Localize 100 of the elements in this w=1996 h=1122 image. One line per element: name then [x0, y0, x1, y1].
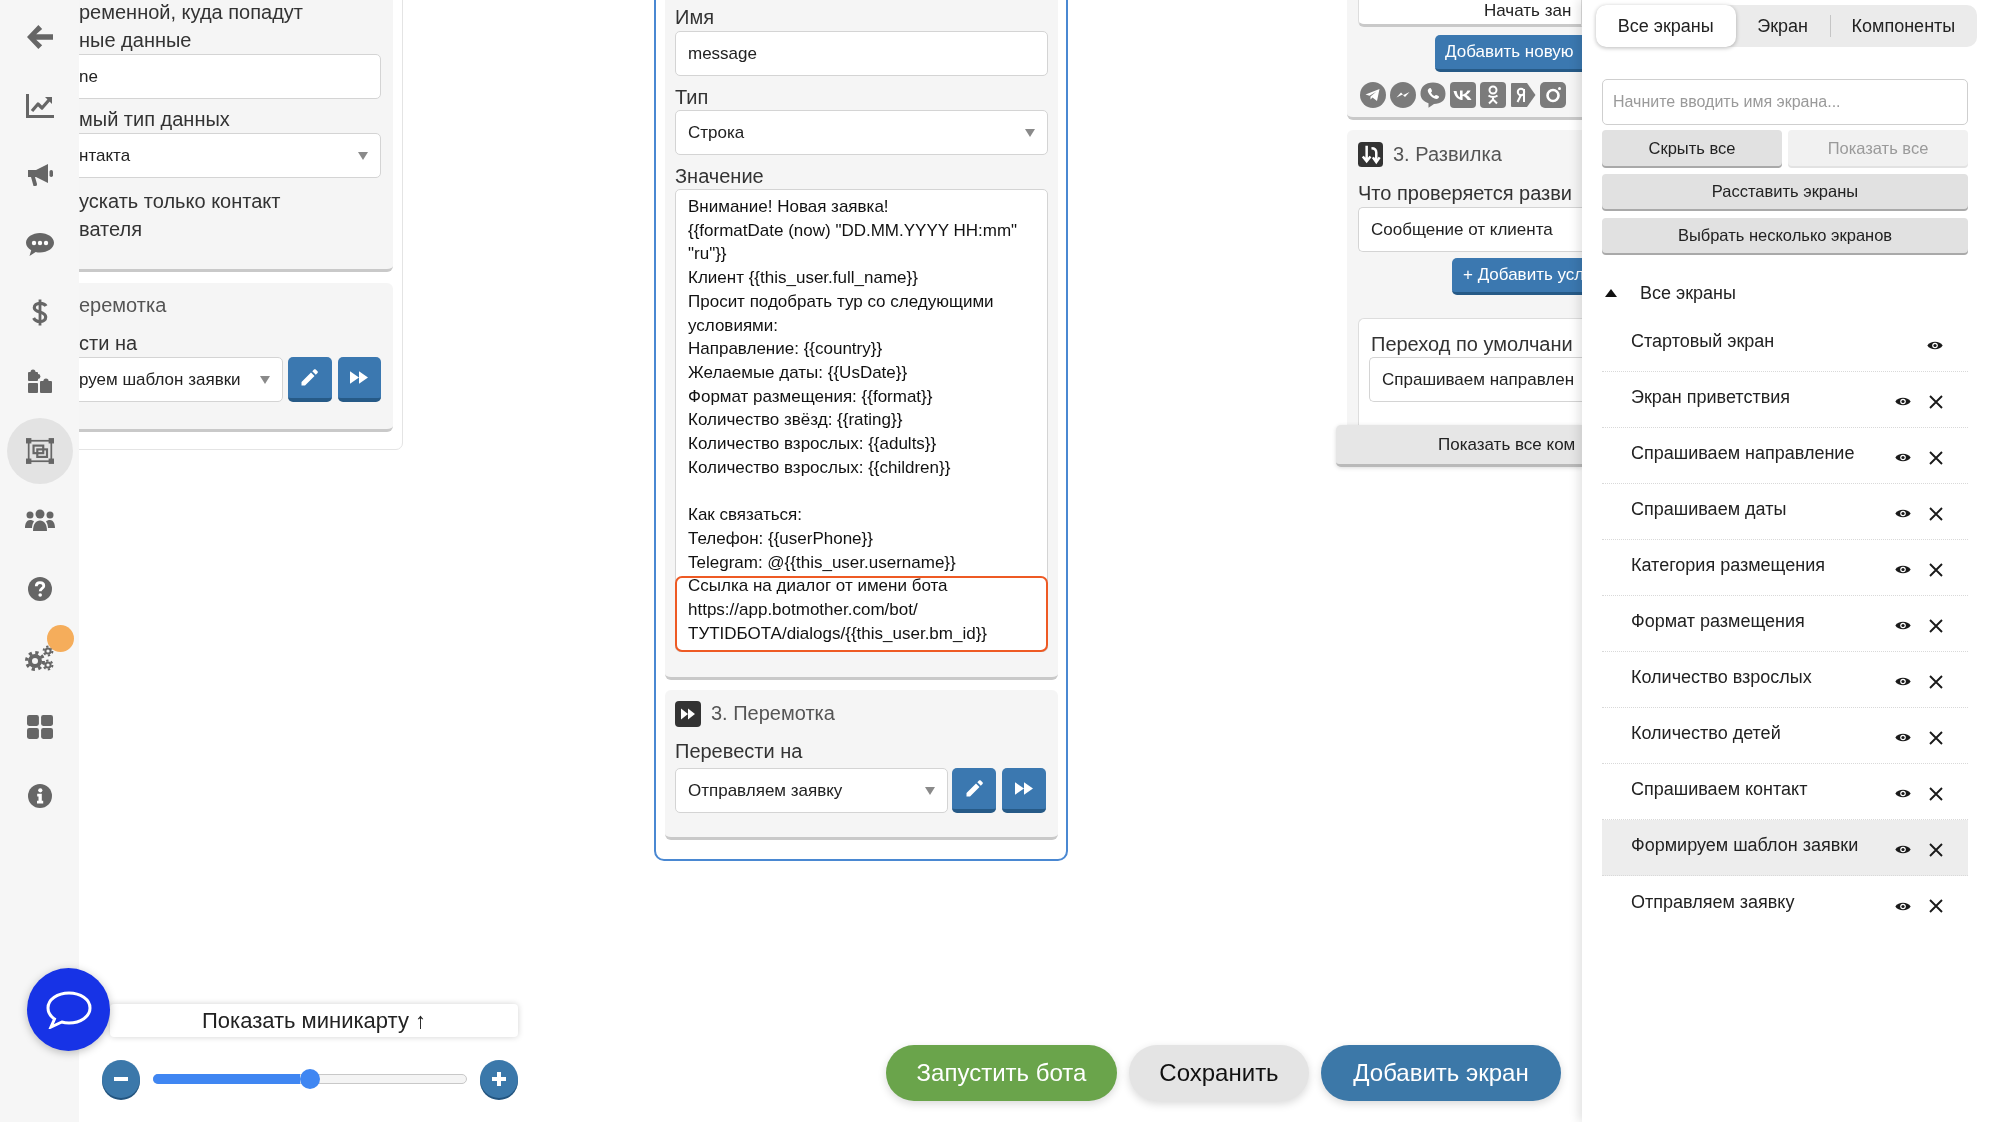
screen-list-item[interactable]: Категория размещения: [1602, 540, 1968, 596]
tag-icon: [1510, 82, 1536, 108]
caret-icon: [1025, 128, 1035, 137]
block-title: 3. Перемотка: [711, 702, 835, 726]
eye-icon[interactable]: [1895, 452, 1911, 463]
speech-bubble-icon: [25, 231, 54, 256]
field-label: ременной, куда попадут ные данные: [79, 0, 304, 53]
vk-logo-icon: [1450, 82, 1476, 108]
screen-list-item[interactable]: Отправляем заявку: [1602, 876, 1968, 932]
eye-icon[interactable]: [1895, 620, 1911, 631]
option-label: ускать только контакт вателя: [79, 189, 282, 242]
tab[interactable]: Экран: [1735, 5, 1830, 47]
cross-icon[interactable]: [1929, 842, 1943, 857]
minimap-button[interactable]: Показать миникарту ↑: [110, 1004, 518, 1037]
dollar-icon: [31, 299, 48, 326]
name-field[interactable]: message: [675, 31, 1048, 76]
field-label: сти на: [79, 331, 139, 356]
fast-forward-icon: [675, 700, 701, 727]
cross-icon[interactable]: [1929, 786, 1943, 801]
block-title: 3. Развилка: [1393, 143, 1502, 166]
field-label: Тип: [675, 85, 710, 110]
zoom-in-button[interactable]: [480, 1060, 518, 1098]
hide-all-button[interactable]: Скрыть все: [1602, 130, 1782, 166]
source-field[interactable]: Сообщение от клиента: [1358, 207, 1582, 252]
tab[interactable]: Все экраны: [1596, 5, 1736, 47]
screen-list-item[interactable]: Формируем шаблон заявки: [1602, 820, 1968, 876]
type-select[interactable]: Строка: [675, 110, 1048, 155]
go-button[interactable]: [1002, 768, 1046, 814]
phone-bubble-icon: [1420, 82, 1446, 108]
arrange-button[interactable]: Расставить экраны: [1602, 174, 1968, 209]
info-icon: [27, 783, 52, 808]
zoom-out-button[interactable]: [102, 1060, 140, 1098]
eye-icon[interactable]: [1895, 564, 1911, 575]
eye-icon[interactable]: [1895, 900, 1911, 912]
field-label: мый тип данных: [79, 107, 231, 132]
add-screen-button[interactable]: Добавить экран: [1321, 1045, 1561, 1101]
reply-button[interactable]: Начать зан: [1358, 0, 1582, 27]
value-textarea[interactable]: Внимание! Новая заявка! {{formatDate (now) "DD.MM.YYYY HH:mm" "ru"}} Клиент {{this_user.full_name}} Просит подобрать тур со следующими условиями: Направление: {{country}} Желаемые даты: {{UsDate}} Формат размещения: {{format}} Количество звёзд: {{rating}} Количество взрослых: {{adults}} Количество взрослых: {{children}} Как связаться: Телефон: {{userPhone}} Telegram: @{{this_user.username}} Ссылка на диалог от имени бота https://app.botmother.com/bot/ ТУТIDБОТА/dialogs/{{this_user.bm_id}}: [675, 189, 1048, 653]
tab[interactable]: Компоненты: [1829, 5, 1977, 47]
field-label: Значение: [675, 164, 765, 189]
eye-icon[interactable]: [1895, 732, 1911, 743]
cross-icon[interactable]: [1929, 674, 1943, 689]
fast-forward-icon: [350, 371, 369, 384]
save-button[interactable]: Сохранить: [1129, 1045, 1309, 1101]
multi-select-button[interactable]: Выбрать несколько экранов: [1602, 218, 1968, 253]
screen-list-item[interactable]: Экран приветствия: [1602, 372, 1968, 428]
eye-icon[interactable]: [1895, 788, 1911, 799]
fork-arrows-icon: [1358, 142, 1383, 167]
go-button[interactable]: [337, 357, 381, 402]
search-field[interactable]: Начните вводить имя экрана...: [1602, 79, 1968, 125]
eye-icon[interactable]: [1895, 508, 1911, 519]
cross-icon[interactable]: [1929, 450, 1943, 465]
field-label: Что проверяется разви: [1358, 181, 1574, 206]
caret-icon: [358, 151, 368, 160]
arrow-left-icon: [26, 24, 53, 49]
eye-icon[interactable]: [1895, 676, 1911, 687]
camera-icon: [1540, 82, 1566, 108]
caret-icon: [925, 786, 935, 795]
fast-forward-icon: [1015, 782, 1033, 796]
pencil-icon: [301, 369, 319, 386]
screen-list-item[interactable]: Количество взрослых: [1602, 652, 1968, 708]
target-select[interactable]: руем шаблон заявки: [79, 357, 283, 402]
paper-plane-icon: [1360, 82, 1386, 108]
tree-header[interactable]: Все экраны: [1602, 270, 1968, 316]
cross-icon[interactable]: [1929, 562, 1943, 577]
show-components-button[interactable]: Показать все ком: [1336, 425, 1582, 467]
block-title: еремотка: [79, 293, 168, 318]
gears-icon: [25, 644, 54, 671]
add-button[interactable]: Добавить новую: [1435, 35, 1582, 72]
target-select[interactable]: Отправляем заявку: [675, 768, 948, 814]
cross-icon[interactable]: [1929, 506, 1943, 521]
cross-icon[interactable]: [1929, 899, 1943, 913]
default-select[interactable]: Спрашиваем направлен: [1369, 357, 1582, 402]
edit-button[interactable]: [288, 357, 332, 402]
cross-icon[interactable]: [1929, 618, 1943, 633]
eye-icon[interactable]: [1895, 396, 1911, 407]
screen-list-item[interactable]: Спрашиваем направление: [1602, 428, 1968, 484]
field-label: Переход по умолчани: [1371, 332, 1574, 357]
edit-button[interactable]: [952, 768, 996, 814]
speech-bubble-icon: [45, 990, 92, 1029]
type-select[interactable]: нтакта: [79, 133, 381, 178]
screen-list-item[interactable]: Стартовый экран: [1602, 316, 1968, 372]
plus-icon: [492, 1072, 506, 1086]
minus-icon: [114, 1077, 128, 1081]
caret-icon: [260, 375, 270, 384]
screen-list-item[interactable]: Спрашиваем даты: [1602, 484, 1968, 540]
screen-list-item[interactable]: Формат размещения: [1602, 596, 1968, 652]
screen-list-item[interactable]: Количество детей: [1602, 708, 1968, 764]
variable-field[interactable]: ne: [79, 54, 381, 99]
line-chart-icon: [25, 93, 54, 118]
slider-thumb[interactable]: [300, 1069, 320, 1089]
pencil-icon: [965, 780, 983, 798]
cross-icon[interactable]: [1929, 730, 1943, 745]
eye-icon[interactable]: [1927, 340, 1943, 351]
users-icon: [24, 508, 55, 531]
cross-icon[interactable]: [1929, 394, 1943, 409]
ok-logo-icon: [1480, 82, 1506, 108]
help-icon: [27, 576, 52, 601]
chat-bolt-icon: [1390, 82, 1416, 108]
eye-icon[interactable]: [1895, 844, 1911, 855]
